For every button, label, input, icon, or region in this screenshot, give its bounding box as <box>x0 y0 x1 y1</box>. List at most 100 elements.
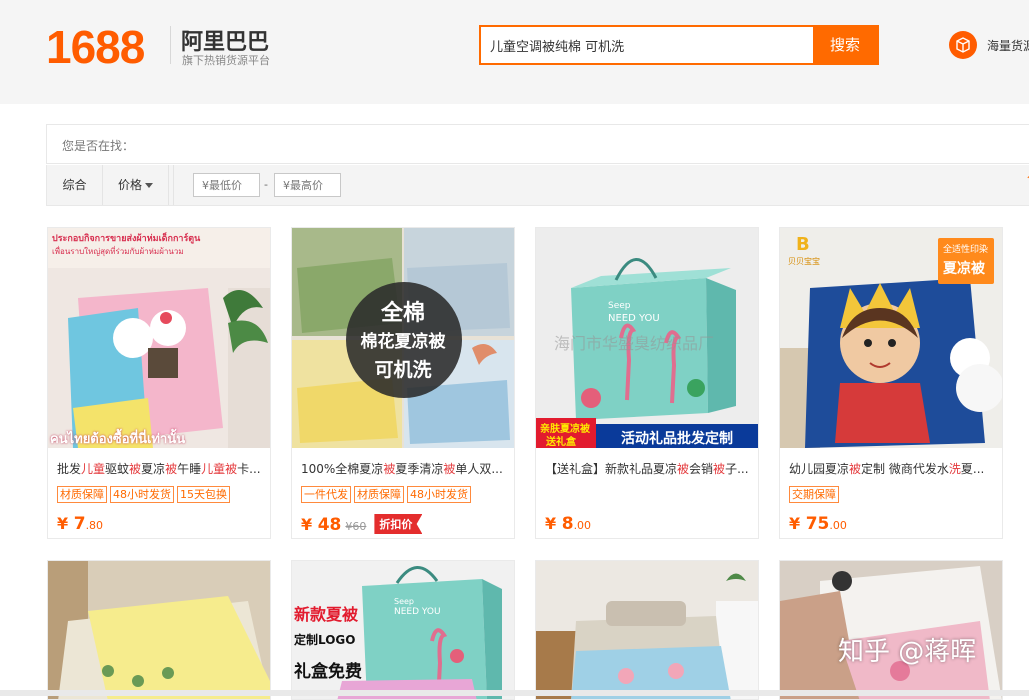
service-tag: 48小时发货 <box>407 486 471 503</box>
product-image[interactable]: 新款夏被 定制LOGO 礼盒免费 Seep NEED YOU <box>292 561 514 699</box>
caret-down-icon <box>145 183 153 188</box>
title-part: 夏... <box>960 462 985 476</box>
title-highlight: 儿童 <box>81 462 106 476</box>
image-bag-text-2: NEED YOU <box>394 607 441 617</box>
title-highlight: 被 <box>713 462 726 476</box>
price-decimal: .00 <box>829 519 847 532</box>
product-price: ¥ 7.80 <box>57 514 103 534</box>
image-sub-label-2: 送礼盒 <box>546 437 576 448</box>
title-part: 夏凉 <box>141 462 166 476</box>
product-card[interactable]: 新款夏被 定制LOGO 礼盒免费 Seep NEED YOU <box>291 560 515 700</box>
product-card[interactable]: 全适性印染 夏凉被 B 贝贝宝宝 幼儿园夏凉被定制 微商代发水洗夏... 交期保… <box>779 227 1003 539</box>
search-input[interactable] <box>481 27 815 63</box>
image-caption-bottom: คนไทยต้องซื้อที่นี่เท่านั้น <box>50 432 186 447</box>
watermark-text: 知乎 @蒋晖 <box>838 637 977 667</box>
product-image[interactable]: ประกอบกิจการขายส่งผ้าห่มเด็กการ์ตูน เพื่… <box>48 228 270 448</box>
product-card[interactable] <box>535 560 759 700</box>
service-tag: 一件代发 <box>301 486 351 503</box>
price-integer: 48 <box>317 515 342 535</box>
max-price-input[interactable] <box>274 173 341 197</box>
service-tag: 交期保障 <box>789 486 839 503</box>
sort-arrow-icon[interactable]: ↑ <box>1025 173 1029 187</box>
title-highlight: 被 <box>849 462 862 476</box>
title-part: 【送礼盒】新款礼品夏凉 <box>545 462 678 476</box>
product-image[interactable]: 海门市华盛臭纺织品厂 亲肤夏凉被 送礼盒 活动礼品批发定制 Seep NEED … <box>536 228 758 448</box>
price-symbol: ¥ <box>789 514 801 533</box>
image-logo-text: 贝贝宝宝 <box>788 257 820 266</box>
product-card[interactable]: 全棉 棉花夏凉被 可机洗 100%全棉夏凉被夏季清凉被单人双... 一件代发 材… <box>291 227 515 539</box>
title-part: 子... <box>725 462 749 476</box>
image-subline: 定制LOGO <box>294 633 356 647</box>
product-title[interactable]: 批发儿童驱蚊被夏凉被午睡儿童被卡... <box>57 460 263 477</box>
product-card[interactable] <box>47 560 271 700</box>
title-part: 驱蚊 <box>105 462 130 476</box>
title-part: 批发 <box>57 462 82 476</box>
title-highlight: 洗 <box>948 462 961 476</box>
site-header: 1688 阿里巴巴 旗下热销货源平台 搜索 海量货源 <box>0 0 1029 104</box>
title-part: 单人双... <box>455 462 503 476</box>
image-caption-top: ประกอบกิจการขายส่งผ้าห่มเด็กการ์ตูน <box>52 234 201 244</box>
image-logo-letter: B <box>796 234 810 255</box>
sort-price-label: 价格 <box>117 178 142 192</box>
product-title[interactable]: 【送礼盒】新款礼品夏凉被会销被子... <box>545 460 751 477</box>
logo-1688[interactable]: 1688 <box>46 20 145 74</box>
product-price: ¥ 8.00 <box>545 514 591 534</box>
title-part: 幼儿园夏凉 <box>789 462 850 476</box>
image-bag-text: Seep <box>608 301 631 311</box>
price-symbol: ¥ <box>545 514 557 533</box>
price-symbol: ¥ <box>57 514 69 533</box>
product-image[interactable]: 全适性印染 夏凉被 B 贝贝宝宝 <box>780 228 1002 448</box>
logo-divider <box>170 26 171 64</box>
search-bar: 搜索 <box>479 25 879 65</box>
service-tags: 一件代发 材质保障 48小时发货 <box>301 486 471 503</box>
product-card[interactable] <box>779 560 1003 700</box>
suggestion-label: 您是否在找： <box>62 139 135 153</box>
min-price-input[interactable] <box>193 173 260 197</box>
product-price: ¥ 75.00 <box>789 514 847 534</box>
product-image[interactable]: 全棉 棉花夏凉被 可机洗 <box>292 228 514 448</box>
image-bag-text-2: NEED YOU <box>608 313 660 324</box>
product-image[interactable] <box>48 561 270 699</box>
service-tag: 材质保障 <box>57 486 107 503</box>
product-card[interactable]: 海门市华盛臭纺织品厂 亲肤夏凉被 送礼盒 活动礼品批发定制 Seep NEED … <box>535 227 759 539</box>
image-label-top: 全适性印染 <box>943 245 989 255</box>
image-watermark: 海门市华盛臭纺织品厂 <box>554 334 715 353</box>
title-part: 午睡 <box>177 462 202 476</box>
image-label-main: 夏凉被 <box>943 261 985 277</box>
filter-divider <box>173 165 174 205</box>
search-button[interactable]: 搜索 <box>813 27 877 63</box>
product-title[interactable]: 100%全棉夏凉被夏季清凉被单人双... <box>301 460 507 477</box>
service-tags: 交期保障 <box>789 486 839 503</box>
title-highlight: 儿童 <box>201 462 226 476</box>
sort-default-tab[interactable]: 综合 <box>47 165 103 205</box>
title-highlight: 被 <box>677 462 690 476</box>
title-highlight: 被 <box>225 462 238 476</box>
mass-source-link[interactable]: 海量货源 <box>949 31 1029 59</box>
discount-badge: 折扣价 <box>374 514 423 534</box>
service-tag: 48小时发货 <box>110 486 174 503</box>
mass-source-label: 海量货源 <box>987 38 1029 53</box>
image-subline-2: 礼盒免费 <box>294 662 362 682</box>
image-badge-line1: 全棉 <box>380 301 425 326</box>
service-tag: 材质保障 <box>354 486 404 503</box>
logo-subtitle: 旗下热销货源平台 <box>182 54 270 67</box>
title-part: 夏季清凉 <box>395 462 444 476</box>
suggestion-bar: 您是否在找： <box>46 124 1029 164</box>
image-badge-line3: 可机洗 <box>374 359 432 381</box>
image-badge-line2: 棉花夏凉被 <box>360 332 446 352</box>
image-banner: 活动礼品批发定制 <box>621 431 733 447</box>
filter-bar: 综合 价格 - ↑ <box>46 165 1029 206</box>
image-caption-top-2: เพื่อนราบใหญ่สุดที่ร่วมกับผ้าห่มผ้านวม <box>52 247 184 256</box>
product-price: ¥ 48 ¥60 折扣价 <box>301 514 423 535</box>
product-card[interactable]: ประกอบกิจการขายส่งผ้าห่มเด็กการ์ตูน เพื่… <box>47 227 271 539</box>
service-tags: 材质保障 48小时发货 15天包换 <box>57 486 230 503</box>
bottom-divider <box>0 690 1029 696</box>
product-title[interactable]: 幼儿园夏凉被定制 微商代发水洗夏... <box>789 460 995 477</box>
image-bag-text: Seep <box>394 597 414 606</box>
title-part: 100%全棉夏凉 <box>301 462 384 476</box>
title-part: 定制 微商代发水 <box>861 462 949 476</box>
box-icon <box>949 31 977 59</box>
product-image[interactable] <box>536 561 758 699</box>
price-integer: 75 <box>805 514 830 534</box>
sort-price-tab[interactable]: 价格 <box>103 165 169 205</box>
